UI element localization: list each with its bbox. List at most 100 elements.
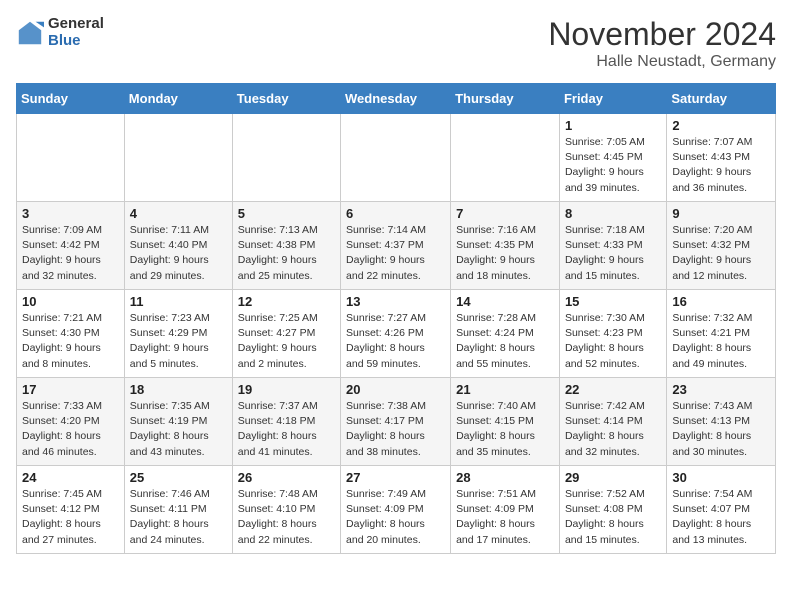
day-cell: 20Sunrise: 7:38 AM Sunset: 4:17 PM Dayli… [341, 378, 451, 466]
weekday-header-sunday: Sunday [17, 84, 125, 114]
day-info: Sunrise: 7:30 AM Sunset: 4:23 PM Dayligh… [565, 311, 661, 372]
day-info: Sunrise: 7:38 AM Sunset: 4:17 PM Dayligh… [346, 399, 445, 460]
day-number: 5 [238, 206, 335, 221]
day-cell: 28 Sunrise: 7:51 AM Sunset: 4:09 PM Dayli… [451, 466, 560, 554]
day-cell: 9Sunrise: 7:20 AM Sunset: 4:32 PM Daylig… [667, 202, 776, 290]
day-info: Sunrise: 7:45 AM Sunset: 4:12 PM Dayligh… [22, 487, 119, 548]
logo: General Blue [16, 16, 104, 49]
page-header: General Blue November 2024 Halle Neustad… [16, 16, 776, 71]
day-info: Sunrise: 7:40 AM Sunset: 4:15 PM Dayligh… [456, 399, 554, 460]
day-info: Sunrise: 7:07 AM Sunset: 4:43 PM Dayligh… [672, 135, 770, 196]
day-cell: 30 Sunrise: 7:54 AM Sunset: 4:07 PM Dayli… [667, 466, 776, 554]
calendar-header: SundayMondayTuesdayWednesdayThursdayFrid… [17, 84, 776, 114]
weekday-header-thursday: Thursday [451, 84, 560, 114]
day-cell: 4 Sunrise: 7:11 AM Sunset: 4:40 PM Daylig… [124, 202, 232, 290]
weekday-header-friday: Friday [559, 84, 666, 114]
day-cell [124, 114, 232, 202]
day-info: Sunrise: 7:46 AM Sunset: 4:11 PM Dayligh… [130, 487, 227, 548]
day-info: Sunrise: 7:25 AM Sunset: 4:27 PM Dayligh… [238, 311, 335, 372]
day-info: Sunrise: 7:13 AM Sunset: 4:38 PM Dayligh… [238, 223, 335, 284]
day-cell: 11 Sunrise: 7:23 AM Sunset: 4:29 PM Dayli… [124, 290, 232, 378]
day-cell: 27Sunrise: 7:49 AM Sunset: 4:09 PM Dayli… [341, 466, 451, 554]
location: Halle Neustadt, Germany [548, 53, 776, 71]
day-cell: 21 Sunrise: 7:40 AM Sunset: 4:15 PM Dayli… [451, 378, 560, 466]
day-cell: 26Sunrise: 7:48 AM Sunset: 4:10 PM Dayli… [232, 466, 340, 554]
calendar: SundayMondayTuesdayWednesdayThursdayFrid… [16, 83, 776, 554]
day-number: 19 [238, 382, 335, 397]
day-cell: 5 Sunrise: 7:13 AM Sunset: 4:38 PM Daylig… [232, 202, 340, 290]
day-cell: 13Sunrise: 7:27 AM Sunset: 4:26 PM Dayli… [341, 290, 451, 378]
day-number: 14 [456, 294, 554, 309]
weekday-header-saturday: Saturday [667, 84, 776, 114]
day-info: Sunrise: 7:27 AM Sunset: 4:26 PM Dayligh… [346, 311, 445, 372]
day-info: Sunrise: 7:49 AM Sunset: 4:09 PM Dayligh… [346, 487, 445, 548]
day-number: 6 [346, 206, 445, 221]
day-cell [341, 114, 451, 202]
day-cell: 18 Sunrise: 7:35 AM Sunset: 4:19 PM Dayli… [124, 378, 232, 466]
day-cell: 14 Sunrise: 7:28 AM Sunset: 4:24 PM Dayli… [451, 290, 560, 378]
day-number: 15 [565, 294, 661, 309]
day-cell: 29Sunrise: 7:52 AM Sunset: 4:08 PM Dayli… [559, 466, 666, 554]
day-info: Sunrise: 7:18 AM Sunset: 4:33 PM Dayligh… [565, 223, 661, 284]
day-info: Sunrise: 7:43 AM Sunset: 4:13 PM Dayligh… [672, 399, 770, 460]
day-info: Sunrise: 7:28 AM Sunset: 4:24 PM Dayligh… [456, 311, 554, 372]
day-number: 23 [672, 382, 770, 397]
day-cell [232, 114, 340, 202]
day-number: 17 [22, 382, 119, 397]
day-cell: 24Sunrise: 7:45 AM Sunset: 4:12 PM Dayli… [17, 466, 125, 554]
day-number: 3 [22, 206, 119, 221]
day-cell: 12 Sunrise: 7:25 AM Sunset: 4:27 PM Dayli… [232, 290, 340, 378]
weekday-header-tuesday: Tuesday [232, 84, 340, 114]
month-title: November 2024 [548, 16, 776, 53]
day-info: Sunrise: 7:42 AM Sunset: 4:14 PM Dayligh… [565, 399, 661, 460]
day-number: 16 [672, 294, 770, 309]
day-cell: 1 Sunrise: 7:05 AM Sunset: 4:45 PM Daylig… [559, 114, 666, 202]
day-cell: 8 Sunrise: 7:18 AM Sunset: 4:33 PM Daylig… [559, 202, 666, 290]
day-cell: 16Sunrise: 7:32 AM Sunset: 4:21 PM Dayli… [667, 290, 776, 378]
day-info: Sunrise: 7:05 AM Sunset: 4:45 PM Dayligh… [565, 135, 661, 196]
day-cell: 19 Sunrise: 7:37 AM Sunset: 4:18 PM Dayli… [232, 378, 340, 466]
day-info: Sunrise: 7:20 AM Sunset: 4:32 PM Dayligh… [672, 223, 770, 284]
day-info: Sunrise: 7:21 AM Sunset: 4:30 PM Dayligh… [22, 311, 119, 372]
day-number: 18 [130, 382, 227, 397]
day-number: 25 [130, 470, 227, 485]
day-cell [17, 114, 125, 202]
day-info: Sunrise: 7:51 AM Sunset: 4:09 PM Dayligh… [456, 487, 554, 548]
day-number: 4 [130, 206, 227, 221]
day-info: Sunrise: 7:23 AM Sunset: 4:29 PM Dayligh… [130, 311, 227, 372]
day-number: 10 [22, 294, 119, 309]
day-info: Sunrise: 7:09 AM Sunset: 4:42 PM Dayligh… [22, 223, 119, 284]
logo-icon [16, 19, 44, 47]
day-number: 21 [456, 382, 554, 397]
day-info: Sunrise: 7:35 AM Sunset: 4:19 PM Dayligh… [130, 399, 227, 460]
day-number: 30 [672, 470, 770, 485]
weekday-row: SundayMondayTuesdayWednesdayThursdayFrid… [17, 84, 776, 114]
logo-text: General Blue [48, 16, 104, 49]
day-number: 12 [238, 294, 335, 309]
day-number: 2 [672, 118, 770, 133]
weekday-header-monday: Monday [124, 84, 232, 114]
week-row-2: 3 Sunrise: 7:09 AM Sunset: 4:42 PM Daylig… [17, 202, 776, 290]
day-info: Sunrise: 7:16 AM Sunset: 4:35 PM Dayligh… [456, 223, 554, 284]
title-section: November 2024 Halle Neustadt, Germany [548, 16, 776, 71]
logo-blue: Blue [48, 33, 104, 50]
day-number: 11 [130, 294, 227, 309]
day-cell: 15 Sunrise: 7:30 AM Sunset: 4:23 PM Dayli… [559, 290, 666, 378]
day-info: Sunrise: 7:11 AM Sunset: 4:40 PM Dayligh… [130, 223, 227, 284]
weekday-header-wednesday: Wednesday [341, 84, 451, 114]
day-number: 8 [565, 206, 661, 221]
day-cell: 3 Sunrise: 7:09 AM Sunset: 4:42 PM Daylig… [17, 202, 125, 290]
day-cell: 2 Sunrise: 7:07 AM Sunset: 4:43 PM Daylig… [667, 114, 776, 202]
day-info: Sunrise: 7:54 AM Sunset: 4:07 PM Dayligh… [672, 487, 770, 548]
day-cell: 22Sunrise: 7:42 AM Sunset: 4:14 PM Dayli… [559, 378, 666, 466]
week-row-3: 10 Sunrise: 7:21 AM Sunset: 4:30 PM Dayli… [17, 290, 776, 378]
logo-general: General [48, 16, 104, 33]
day-cell [451, 114, 560, 202]
day-number: 28 [456, 470, 554, 485]
day-info: Sunrise: 7:14 AM Sunset: 4:37 PM Dayligh… [346, 223, 445, 284]
day-number: 26 [238, 470, 335, 485]
day-cell: 6 Sunrise: 7:14 AM Sunset: 4:37 PM Daylig… [341, 202, 451, 290]
day-info: Sunrise: 7:37 AM Sunset: 4:18 PM Dayligh… [238, 399, 335, 460]
day-cell: 7Sunrise: 7:16 AM Sunset: 4:35 PM Daylig… [451, 202, 560, 290]
day-number: 1 [565, 118, 661, 133]
